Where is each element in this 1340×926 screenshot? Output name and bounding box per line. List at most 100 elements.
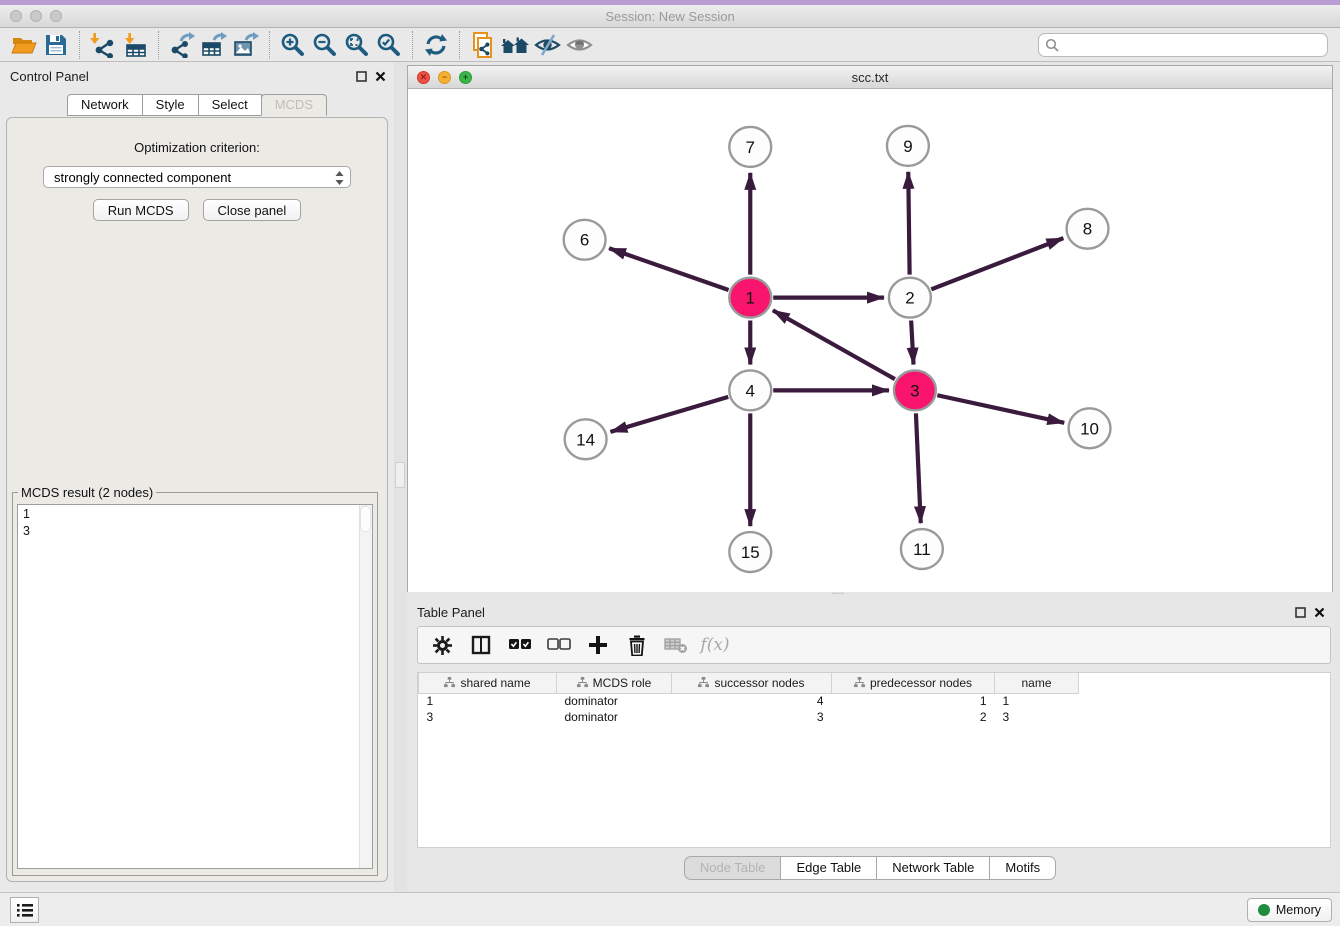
table-cell-shared-name[interactable]: 3 [419, 709, 557, 725]
graph-node-14[interactable]: 14 [565, 419, 607, 459]
task-history-button[interactable] [10, 897, 39, 923]
delete-table-icon [664, 636, 688, 654]
import-network-button[interactable] [87, 30, 119, 60]
table-cell-predecessor-nodes[interactable]: 1 [832, 693, 995, 709]
float-panel-icon[interactable] [356, 71, 367, 82]
graph-node-15[interactable]: 15 [729, 532, 771, 572]
table-cell-MCDS-role[interactable]: dominator [557, 693, 672, 709]
tab-node-table[interactable]: Node Table [684, 856, 782, 880]
graph-edge-3-11[interactable] [916, 413, 921, 523]
table-cell-name[interactable]: 1 [995, 693, 1079, 709]
network-graph[interactable]: 7 9 6 8 1 2 4 3 14 10 15 11 [408, 89, 1332, 592]
column-header-predecessor-nodes[interactable]: predecessor nodes [832, 673, 995, 693]
zoom-in-button[interactable] [277, 30, 309, 60]
folder-open-icon [11, 32, 37, 58]
column-label: shared name [460, 676, 530, 690]
close-table-panel-icon[interactable] [1314, 607, 1325, 618]
graph-edge-4-14[interactable] [610, 397, 728, 432]
tab-motifs[interactable]: Motifs [989, 856, 1056, 880]
column-header-shared-name[interactable]: shared name [419, 673, 557, 693]
export-table-button[interactable] [198, 30, 230, 60]
refresh-button[interactable] [420, 30, 452, 60]
delete-table-button[interactable] [664, 633, 688, 657]
save-session-button[interactable] [40, 30, 72, 60]
graph-edge-2-9[interactable] [908, 172, 909, 275]
export-network-button[interactable] [166, 30, 198, 60]
table-cell-name[interactable]: 3 [995, 709, 1079, 725]
result-scrollbar-thumb[interactable] [360, 506, 371, 532]
control-panel: Control Panel Network Style Select MCDS … [0, 62, 394, 892]
zoom-fit-button[interactable] [341, 30, 373, 60]
zoom-selected-button[interactable] [373, 30, 405, 60]
tab-style[interactable]: Style [142, 94, 199, 116]
tab-select[interactable]: Select [198, 94, 262, 116]
tab-mcds[interactable]: MCDS [261, 94, 327, 116]
graph-node-1[interactable]: 1 [729, 278, 771, 318]
graph-edge-3-1[interactable] [773, 310, 895, 379]
graph-node-8[interactable]: 8 [1067, 209, 1109, 249]
table-cell-MCDS-role[interactable]: dominator [557, 709, 672, 725]
table-row[interactable]: 1dominator411 [419, 693, 1079, 709]
graph-node-2[interactable]: 2 [889, 278, 931, 318]
memory-button[interactable]: Memory [1247, 898, 1332, 922]
close-panel-button[interactable]: Close panel [203, 199, 302, 221]
column-header-MCDS-role[interactable]: MCDS role [557, 673, 672, 693]
graph-node-6[interactable]: 6 [564, 220, 606, 260]
network-canvas[interactable]: 7 9 6 8 1 2 4 3 14 10 15 11 [408, 89, 1332, 592]
graph-node-3[interactable]: 3 [894, 370, 936, 410]
graph-edge-3-10[interactable] [937, 395, 1064, 423]
graph-edge-1-6[interactable] [609, 248, 728, 290]
graph-node-11[interactable]: 11 [901, 529, 943, 569]
application-window: Session: New Session [0, 0, 1340, 926]
graph-node-10[interactable]: 10 [1069, 408, 1111, 448]
hide-selected-button[interactable] [531, 30, 563, 60]
float-table-panel-icon[interactable] [1295, 607, 1306, 618]
table-settings-button[interactable] [430, 633, 454, 657]
toolbar-separator [79, 31, 80, 59]
mcds-result-box[interactable]: 13 [17, 504, 373, 869]
export-image-button[interactable] [230, 30, 262, 60]
show-all-button[interactable] [563, 30, 595, 60]
result-scrollbar[interactable] [359, 505, 372, 868]
export-image-icon [233, 32, 259, 58]
table-cell-shared-name[interactable]: 1 [419, 693, 557, 709]
splitter-handle[interactable] [395, 462, 405, 488]
unselect-all-button[interactable] [547, 633, 571, 657]
copy-network-icon [470, 32, 496, 58]
search-input[interactable] [1038, 33, 1328, 57]
tab-network[interactable]: Network [67, 94, 143, 116]
table-cell-successor-nodes[interactable]: 3 [672, 709, 832, 725]
home-button[interactable] [499, 30, 531, 60]
column-header-name[interactable]: name [995, 673, 1079, 693]
zoom-out-button[interactable] [309, 30, 341, 60]
graph-node-9[interactable]: 9 [887, 126, 929, 166]
graph-edge-2-8[interactable] [931, 238, 1063, 289]
delete-column-button[interactable] [625, 633, 649, 657]
columns-icon [471, 635, 491, 655]
close-panel-icon[interactable] [375, 71, 386, 82]
graph-node-label: 14 [576, 430, 595, 449]
vertical-splitter[interactable] [394, 62, 407, 892]
tab-edge-table[interactable]: Edge Table [780, 856, 877, 880]
select-stepper-icon [335, 170, 344, 186]
criterion-select[interactable]: strongly connected component [43, 166, 351, 188]
show-columns-button[interactable] [469, 633, 493, 657]
add-column-button[interactable] [586, 633, 610, 657]
graph-node-label: 1 [746, 289, 755, 308]
graph-node-4[interactable]: 4 [729, 370, 771, 410]
column-header-successor-nodes[interactable]: successor nodes [672, 673, 832, 693]
import-table-button[interactable] [119, 30, 151, 60]
copy-network-button[interactable] [467, 30, 499, 60]
export-network-icon [169, 32, 195, 58]
run-mcds-button[interactable]: Run MCDS [93, 199, 189, 221]
table-cell-successor-nodes[interactable]: 4 [672, 693, 832, 709]
node-table[interactable]: shared name MCDS rolesuccessor nodesprede… [417, 672, 1331, 848]
function-builder-button[interactable]: f(x) [703, 633, 727, 657]
table-row[interactable]: 3dominator323 [419, 709, 1079, 725]
graph-node-7[interactable]: 7 [729, 127, 771, 167]
open-session-button[interactable] [8, 30, 40, 60]
graph-edge-2-3[interactable] [911, 321, 913, 365]
tab-network-table[interactable]: Network Table [876, 856, 990, 880]
table-cell-predecessor-nodes[interactable]: 2 [832, 709, 995, 725]
select-all-button[interactable] [508, 633, 532, 657]
